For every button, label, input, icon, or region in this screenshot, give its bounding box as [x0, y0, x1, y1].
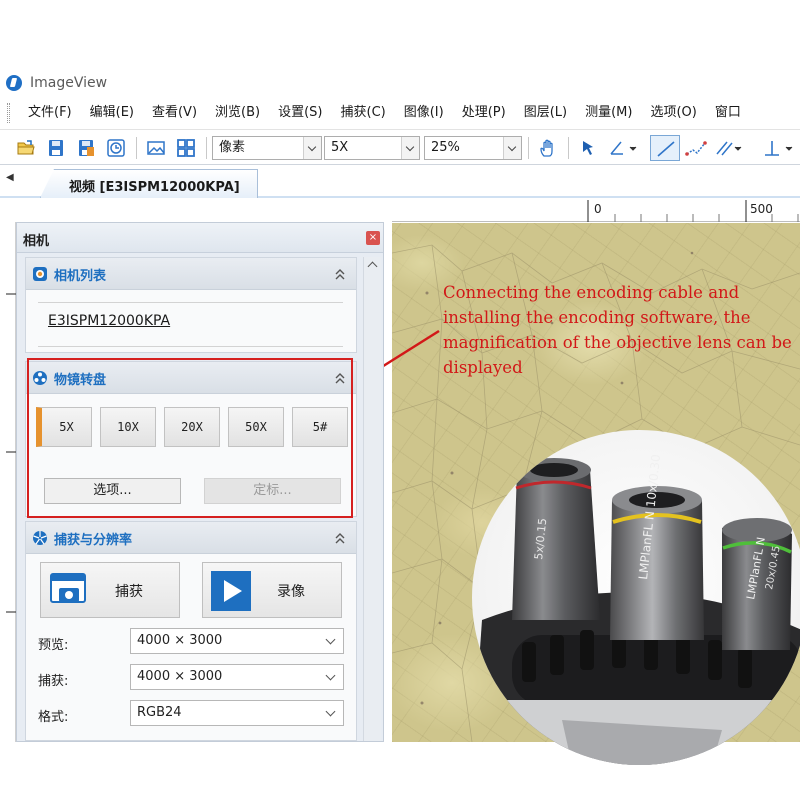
- scroll-up-icon[interactable]: [367, 261, 378, 272]
- format-select[interactable]: RGB24: [130, 700, 344, 726]
- tab-scroll-left-icon[interactable]: ◀: [6, 172, 14, 183]
- menu-settings[interactable]: 设置(S): [269, 98, 331, 128]
- capture-resolution-section: 捕获与分辨率 捕获 录像 预览: 4000 × 3000 捕获: 4000 × …: [25, 521, 357, 741]
- menu-window[interactable]: 窗口: [706, 98, 750, 128]
- tab-video[interactable]: 视频 [E3ISPM12000KPA]: [40, 169, 258, 198]
- horizontal-ruler: 0 500: [392, 198, 800, 222]
- perpendicular-tool-icon[interactable]: [762, 138, 798, 158]
- app-title: ImageView: [30, 75, 108, 91]
- menu-process[interactable]: 处理(P): [453, 98, 515, 128]
- panel-scrollbar[interactable]: [363, 257, 381, 741]
- preview-label: 预览:: [38, 638, 69, 653]
- capture-resolution-header[interactable]: 捕获与分辨率: [26, 522, 356, 554]
- grid-view-icon[interactable]: [176, 138, 196, 158]
- chevron-down-icon[interactable]: [303, 137, 321, 159]
- collapse-icon[interactable]: [334, 531, 346, 545]
- divider: [38, 302, 343, 303]
- camera-list-icon: [33, 267, 47, 281]
- chevron-down-icon[interactable]: [503, 137, 521, 159]
- magnification-select-value: 5X: [331, 140, 349, 155]
- toolbar-separator: [568, 137, 569, 159]
- camera-item-link[interactable]: E3ISPM12000KPA: [48, 313, 170, 329]
- document-tab-strip: ◀ 视频 [E3ISPM12000KPA]: [0, 166, 800, 198]
- menu-file[interactable]: 文件(F): [19, 98, 81, 128]
- title-bar: ImageView: [0, 68, 800, 98]
- vertical-ruler-ticks: [6, 293, 16, 613]
- toolbar-separator: [206, 137, 207, 159]
- zoom-select[interactable]: 25%: [424, 136, 522, 160]
- vertical-ruler: [0, 222, 16, 742]
- picture-icon[interactable]: [146, 138, 166, 158]
- menu-image[interactable]: 图像(I): [395, 98, 453, 128]
- save-icon[interactable]: [46, 138, 66, 158]
- menu-edit[interactable]: 编辑(E): [81, 98, 143, 128]
- toolbar-separator: [528, 137, 529, 159]
- camera-list-section: 相机列表 E3ISPM12000KPA: [25, 257, 357, 353]
- angle-tool-icon[interactable]: [608, 138, 638, 158]
- polyline-tool-icon[interactable]: [684, 138, 708, 158]
- camera-panel-header: 相机 ×: [17, 223, 383, 253]
- play-record-icon: [211, 571, 251, 611]
- blank-top-area: [0, 0, 800, 68]
- menu-browse[interactable]: 浏览(B): [206, 98, 269, 128]
- menu-measure[interactable]: 测量(M): [576, 98, 641, 128]
- camera-list-title: 相机列表: [54, 269, 107, 284]
- zoom-select-value: 25%: [431, 140, 460, 155]
- line-tool-button[interactable]: [650, 135, 680, 161]
- capture-resolution-title: 捕获与分辨率: [54, 533, 133, 548]
- chevron-down-icon[interactable]: [401, 137, 419, 159]
- menu-layer[interactable]: 图层(L): [515, 98, 576, 128]
- toolbar-separator: [136, 137, 137, 159]
- open-folder-icon[interactable]: [16, 138, 36, 158]
- toolbar: 像素 5X 25%: [0, 129, 800, 165]
- record-label: 录像: [277, 584, 305, 600]
- camera-list-header[interactable]: 相机列表: [26, 258, 356, 290]
- menu-grip-icon: [7, 103, 10, 123]
- tab-video-label: 视频 [E3ISPM12000KPA]: [69, 180, 240, 195]
- parallel-lines-icon[interactable]: [714, 138, 744, 158]
- magnification-select[interactable]: 5X: [324, 136, 420, 160]
- capture-label: 捕获:: [38, 674, 69, 689]
- collapse-icon[interactable]: [334, 267, 346, 281]
- aperture-icon: [33, 531, 47, 545]
- close-icon[interactable]: ×: [366, 231, 380, 245]
- menu-capture[interactable]: 捕获(C): [332, 98, 395, 128]
- annotation-text: Connecting the encoding cable and instal…: [443, 283, 792, 377]
- objective-lens-photo: 5x/0.15 LMPlanFL N 10x/0.30 LMPlanFL N 2…: [472, 430, 800, 765]
- objective-lens-illustration: 5x/0.15 LMPlanFL N 10x/0.30 LMPlanFL N 2…: [472, 454, 800, 765]
- unit-select[interactable]: 像素: [212, 136, 322, 160]
- record-button[interactable]: 录像: [202, 562, 342, 618]
- hand-pan-icon[interactable]: [538, 138, 558, 158]
- capture-resolution-select[interactable]: 4000 × 3000: [130, 664, 344, 690]
- menu-bar: 文件(F) 编辑(E) 查看(V) 浏览(B) 设置(S) 捕获(C) 图像(I…: [0, 98, 800, 128]
- menu-options[interactable]: 选项(O): [641, 98, 705, 128]
- line-tool-icon: [657, 141, 675, 157]
- preview-resolution-select[interactable]: 4000 × 3000: [130, 628, 344, 654]
- clock-icon[interactable]: [106, 138, 126, 158]
- unit-select-value: 像素: [219, 140, 246, 155]
- camera-panel-title: 相机: [23, 234, 50, 249]
- select-arrow-icon[interactable]: [578, 138, 598, 158]
- snapshot-icon: [50, 573, 86, 603]
- ruler-label-0: 0: [594, 202, 602, 216]
- menu-view[interactable]: 查看(V): [143, 98, 206, 128]
- save-as-icon[interactable]: [76, 138, 96, 158]
- snap-label: 捕获: [115, 584, 143, 600]
- format-label: 格式:: [38, 710, 69, 725]
- ruler-label-500: 500: [750, 202, 773, 216]
- snap-button[interactable]: 捕获: [40, 562, 180, 618]
- app-logo-icon: [6, 75, 22, 91]
- divider: [38, 346, 343, 347]
- objective-highlight-box: [27, 358, 353, 518]
